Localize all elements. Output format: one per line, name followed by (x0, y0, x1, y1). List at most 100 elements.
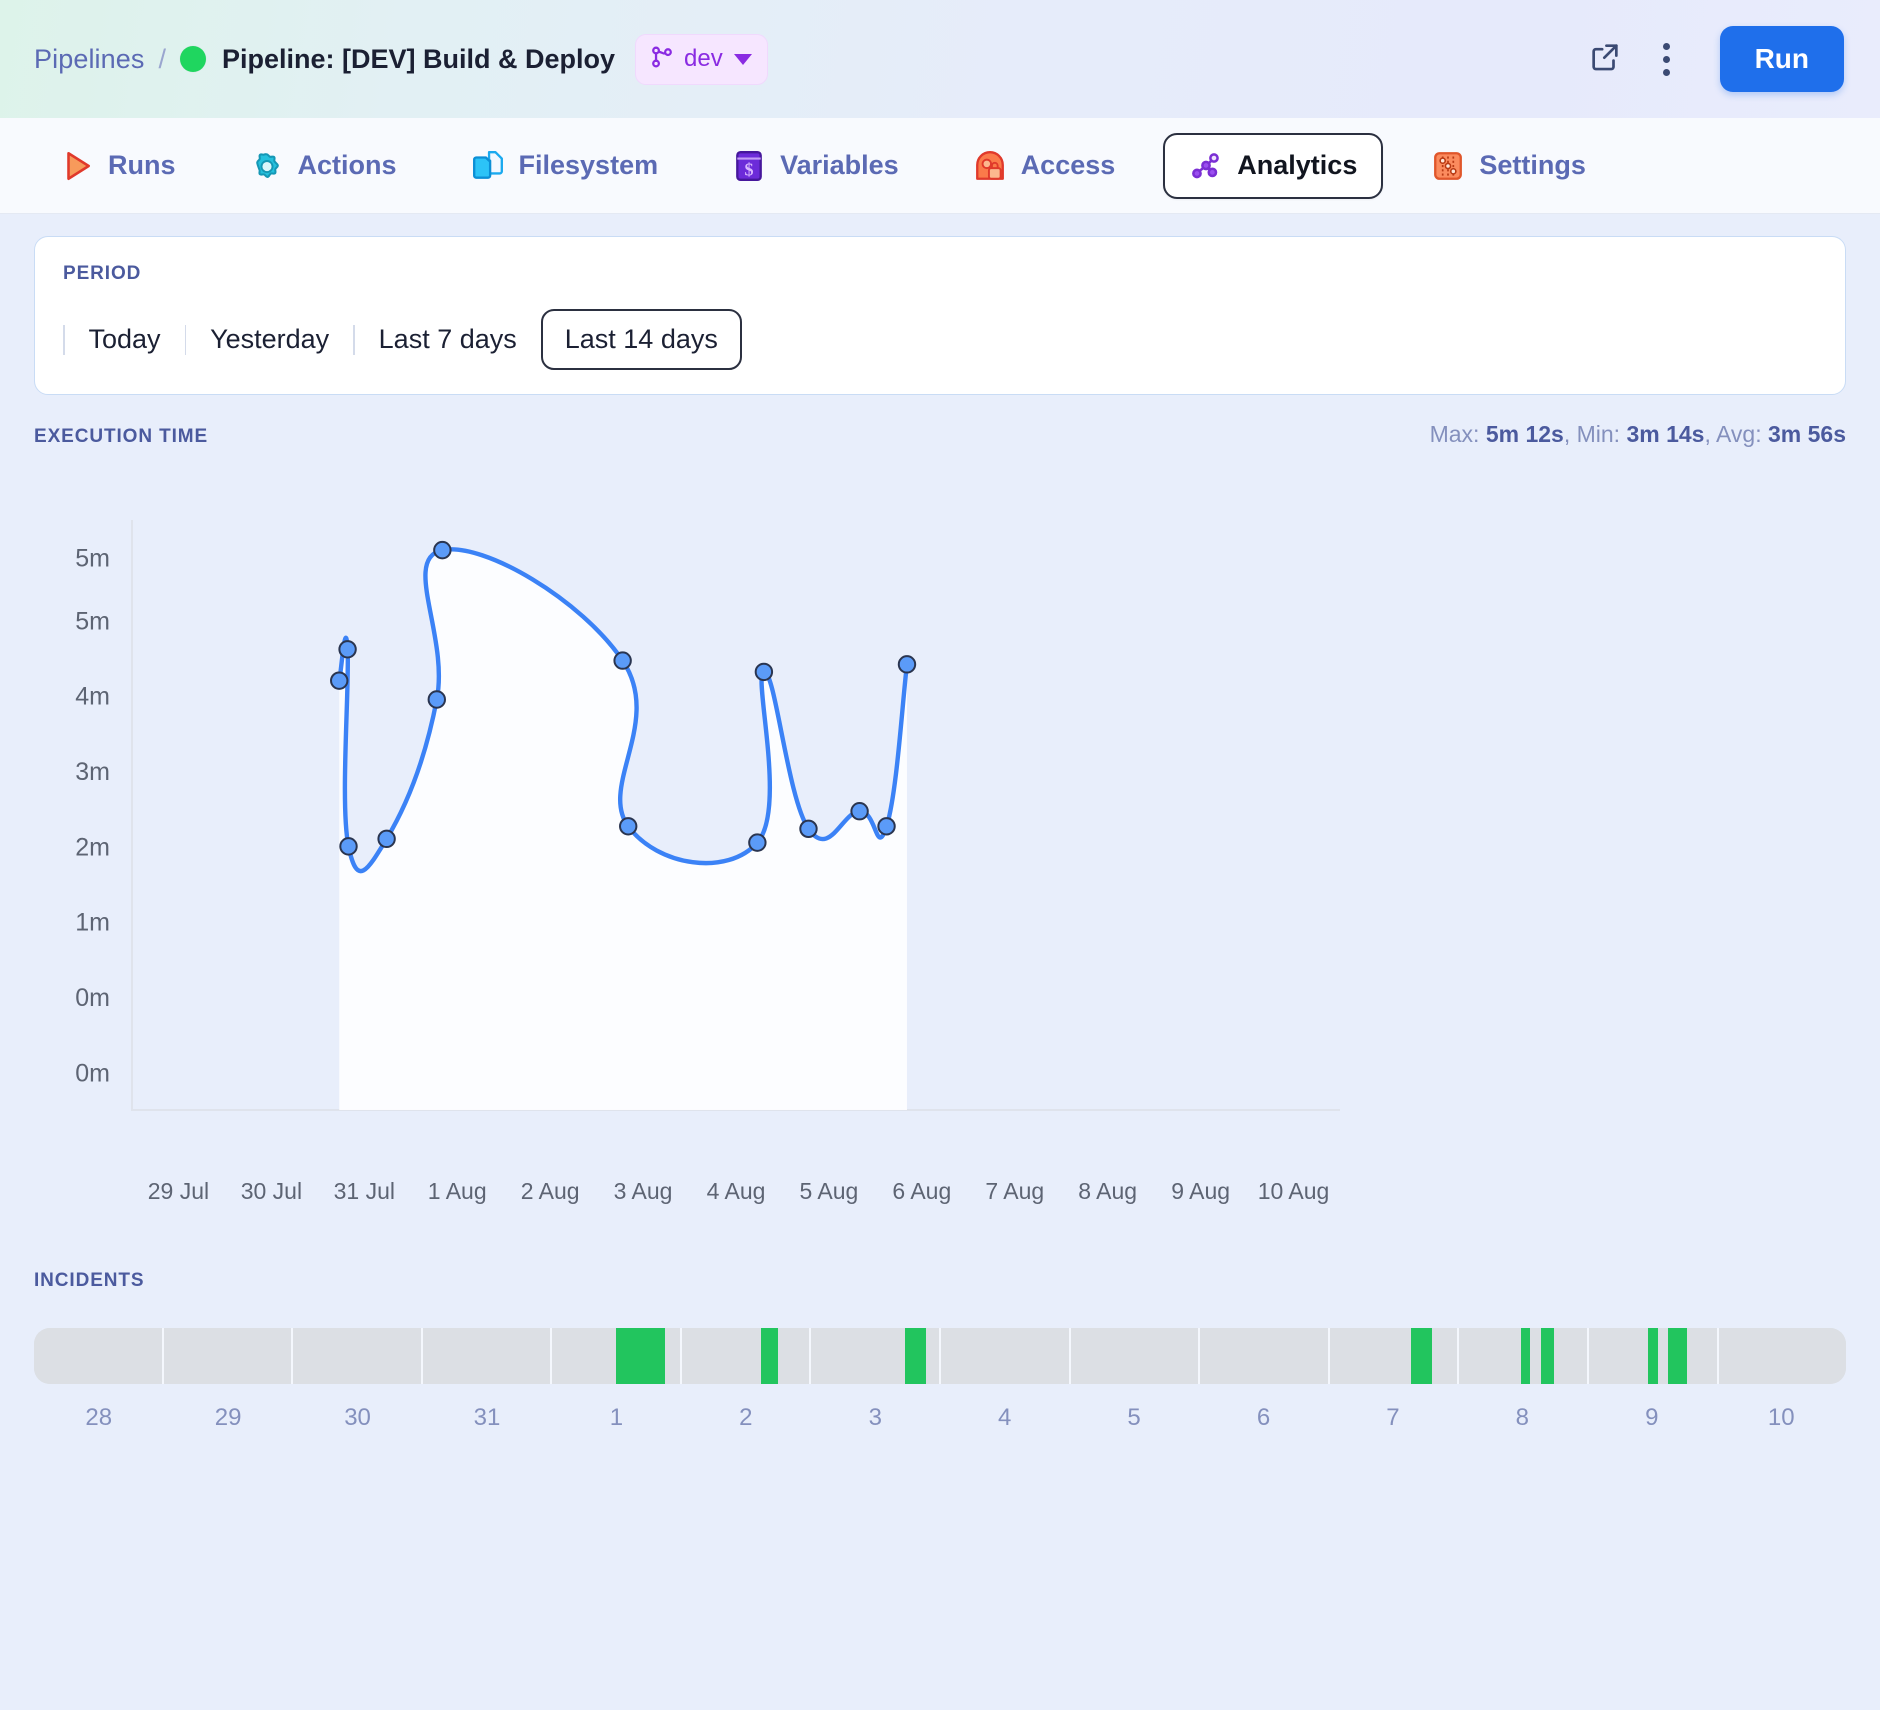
chart-x-tick-label: 5 Aug (799, 1178, 859, 1204)
chart-x-tick-label: 31 Jul (333, 1178, 395, 1204)
chart-data-point[interactable]: 4m 05s (427, 690, 446, 709)
period-option-yesterday[interactable]: Yesterday (186, 309, 353, 370)
chart-x-tick-label: 6 Aug (892, 1178, 952, 1204)
branch-icon (649, 44, 675, 75)
gear-icon (250, 149, 284, 183)
stat-max-label: Max: (1429, 421, 1480, 447)
chart-x-tick-label: 8 Aug (1078, 1178, 1138, 1204)
incident-day-label: 6 (1256, 1404, 1271, 1431)
incident-day-cell[interactable] (163, 1328, 294, 1384)
chart-data-point[interactable]: 4m 24s (613, 651, 632, 670)
chart-data-point[interactable]: 3m 04s (799, 819, 818, 839)
chart-y-tick-label: 0m (75, 1059, 110, 1087)
incident-marker[interactable] (904, 1328, 927, 1384)
external-link-button[interactable] (1574, 28, 1636, 90)
chart-svg: 5m 5m 4m 3m 2m 1m 0m 0m 4m 22s 4m 47s 2m 54s 2m 58s… (75, 520, 1340, 1111)
external-link-icon (1588, 40, 1622, 79)
access-icon (973, 149, 1007, 183)
period-options: Today Yesterday Last 7 days Last 14 days (63, 309, 1817, 370)
incident-marker[interactable] (1411, 1328, 1432, 1384)
tab-variables[interactable]: $ Variables (706, 133, 925, 199)
tab-filesystem[interactable]: Filesystem (445, 133, 685, 199)
branch-selector[interactable]: dev (635, 33, 768, 85)
app-header: Pipelines / Pipeline: [DEV] Build & Depl… (0, 0, 1880, 118)
incidents-axis: 28 29 30 31 1 2 3 4 5 6 7 8 9 10 (34, 1404, 1846, 1432)
incident-day-cell[interactable] (941, 1328, 1071, 1384)
sliders-icon (1431, 149, 1465, 183)
incidents-label: INCIDENTS (34, 1270, 145, 1291)
incident-day-label: 7 (1386, 1404, 1400, 1431)
incident-marker[interactable] (616, 1328, 665, 1384)
tab-actions[interactable]: Actions (224, 133, 423, 199)
incident-day-cell[interactable] (1588, 1328, 1719, 1384)
incident-day-cell[interactable] (1070, 1328, 1201, 1384)
incident-marker[interactable] (1668, 1328, 1688, 1384)
incident-day-label: 5 (1127, 1404, 1141, 1431)
tab-settings[interactable]: Settings (1405, 133, 1612, 199)
tab-analytics[interactable]: Analytics (1163, 132, 1384, 199)
branch-name: dev (684, 45, 723, 72)
tab-label: Variables (780, 150, 899, 180)
incident-marker[interactable] (1647, 1328, 1658, 1384)
stat-min-value: 3m 14s (1626, 421, 1705, 447)
chart-y-tick-label: 3m (75, 758, 110, 786)
period-option-last-7-days[interactable]: Last 7 days (355, 309, 541, 370)
variable-icon: $ (732, 149, 766, 183)
tab-label: Analytics (1237, 150, 1358, 180)
incident-day-label: 29 (214, 1404, 242, 1431)
analytics-icon (1189, 149, 1223, 183)
incident-day-label: 31 (473, 1404, 501, 1431)
chart-x-tick-label: 2 Aug (520, 1178, 580, 1204)
chart-y-tick-label: 5m (75, 607, 110, 635)
folder-icon (471, 149, 505, 183)
chart-data-point[interactable]: 3m 06s (619, 817, 638, 836)
period-card: PERIOD Today Yesterday Last 7 days Last … (34, 236, 1846, 395)
incident-day-label: 28 (85, 1404, 113, 1431)
chart-data-point[interactable]: 2m 54s (339, 837, 358, 856)
period-option-today[interactable]: Today (65, 309, 185, 370)
incident-day-cell[interactable] (34, 1328, 164, 1384)
stat-avg-value: 3m 56s (1767, 421, 1846, 447)
run-button[interactable]: Run (1719, 26, 1844, 92)
chart-y-tick-label: 2m (75, 833, 110, 861)
incident-marker[interactable] (1541, 1328, 1554, 1384)
chart-data-point[interactable]: 4m 18s (754, 662, 774, 682)
chart-data-point[interactable]: 3m 06s (877, 817, 896, 836)
tab-runs[interactable]: Runs (34, 133, 202, 199)
execution-time-header: EXECUTION TIME Max: 5m 12s, Min: 3m 14s,… (34, 421, 1846, 448)
chart-x-tick-label: 9 Aug (1171, 1178, 1231, 1204)
incident-day-cell[interactable] (422, 1328, 553, 1384)
incident-marker[interactable] (1520, 1328, 1530, 1384)
incident-day-cell[interactable] (293, 1328, 423, 1384)
chart-data-point[interactable]: 4m 22s (330, 671, 349, 690)
period-option-last-14-days[interactable]: Last 14 days (540, 309, 742, 370)
chart-data-point[interactable]: 3m 12s (850, 802, 869, 821)
more-options-button[interactable] (1636, 28, 1698, 90)
chevron-down-icon (733, 53, 752, 65)
chart-y-tick-label: 1m (75, 909, 110, 937)
chart-data-point[interactable]: 2m 58s (377, 829, 396, 849)
period-section: PERIOD Today Yesterday Last 7 days Last … (0, 214, 1880, 395)
incident-day-cell[interactable] (1718, 1328, 1846, 1384)
tab-access[interactable]: Access (947, 133, 1142, 199)
chart-y-tick-label: 0m (75, 984, 110, 1012)
incidents-bar[interactable] (34, 1328, 1846, 1384)
svg-text:$: $ (745, 159, 754, 179)
incident-day-label: 8 (1515, 1404, 1530, 1431)
chart-data-point[interactable]: 3m 14s (748, 833, 767, 852)
chart-data-point[interactable]: 5m 12s (433, 540, 452, 560)
incident-day-cell[interactable] (1459, 1328, 1589, 1384)
stat-min-label: Min: (1576, 421, 1621, 447)
breadcrumb-pipelines[interactable]: Pipelines (34, 44, 144, 75)
incident-day-label: 1 (609, 1404, 624, 1431)
incident-day-cell[interactable] (552, 1328, 682, 1384)
incident-day-cell[interactable] (681, 1328, 812, 1384)
incident-day-cell[interactable] (1200, 1328, 1330, 1384)
tab-label: Access (1020, 150, 1116, 180)
incident-day-cell[interactable] (1329, 1328, 1460, 1384)
incident-day-label: 10 (1767, 1404, 1795, 1431)
chart-data-point[interactable]: 4m 47s (338, 640, 357, 659)
incident-day-cell[interactable] (811, 1328, 942, 1384)
incident-marker[interactable] (760, 1328, 778, 1384)
chart-data-point[interactable]: 4m 22s (897, 655, 917, 674)
